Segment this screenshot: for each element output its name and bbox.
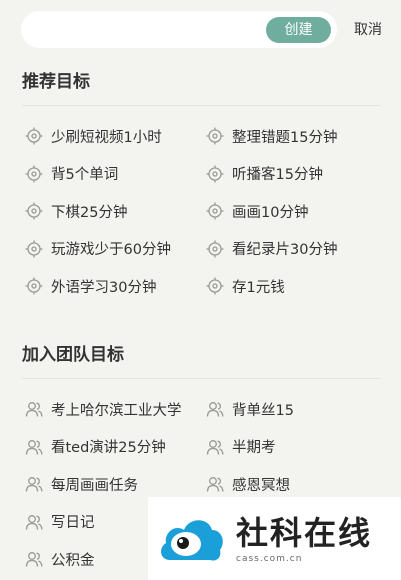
target-icon <box>25 240 43 258</box>
cloud-logo-icon <box>161 519 223 561</box>
recommended-goal-item-label: 背5个单词 <box>51 167 119 183</box>
target-icon <box>25 165 43 183</box>
team-section-title: 加入团队目标 <box>22 345 124 365</box>
recommended-goal-item-label: 画画10分钟 <box>232 204 309 221</box>
team-goal-item-label: 半期考 <box>232 440 276 456</box>
people-icon <box>25 550 43 568</box>
team-goal-item[interactable]: 半期考 <box>206 435 276 459</box>
target-icon <box>206 127 224 145</box>
team-goal-item-label: 每周画画任务 <box>51 477 138 494</box>
target-icon <box>206 202 224 220</box>
target-icon <box>25 127 43 145</box>
team-goal-item[interactable]: 背单丝15 <box>206 397 294 421</box>
divider <box>22 378 380 379</box>
watermark-title: 社科在线 <box>236 513 373 552</box>
team-goal-item-label: 考上哈尔滨工业大学 <box>51 402 182 419</box>
target-icon <box>206 277 224 295</box>
recommended-goal-item[interactable]: 画画10分钟 <box>206 199 308 223</box>
recommended-goal-item-label: 玩游戏少于60分钟 <box>51 242 171 258</box>
team-goal-item[interactable]: 写日记 <box>25 510 95 534</box>
recommended-section-title: 推荐目标 <box>22 72 90 92</box>
recommended-goal-item[interactable]: 下棋25分钟 <box>25 199 127 223</box>
team-goal-item[interactable]: 感恩冥想 <box>206 472 290 496</box>
people-icon <box>25 475 43 493</box>
people-icon <box>206 400 224 418</box>
people-icon <box>206 438 224 456</box>
target-icon <box>206 240 224 258</box>
divider <box>22 105 380 106</box>
team-goal-item[interactable]: 每周画画任务 <box>25 472 138 496</box>
people-icon <box>25 400 43 418</box>
target-icon <box>25 202 43 220</box>
recommended-goal-item[interactable]: 背5个单词 <box>25 162 118 186</box>
recommended-goal-item-label: 少刷短视频1小时 <box>51 129 162 146</box>
recommended-goal-item-label: 存1元钱 <box>232 279 285 296</box>
recommended-goal-item[interactable]: 少刷短视频1小时 <box>25 124 162 148</box>
recommended-goal-item-label: 看纪录片30分钟 <box>232 242 338 258</box>
team-goal-item-label: 公积金 <box>51 552 95 569</box>
watermark-url: cass.com.cn <box>236 553 303 564</box>
recommended-goal-item-label: 听播客15分钟 <box>232 167 323 183</box>
team-goal-item-label: 背单丝15 <box>232 402 294 419</box>
watermark: 社科在线 cass.com.cn <box>148 497 401 580</box>
recommended-goal-item-label: 整理错题15分钟 <box>232 129 338 146</box>
team-goal-item[interactable]: 考上哈尔滨工业大学 <box>25 397 182 421</box>
recommended-goal-item-label: 下棋25分钟 <box>51 204 128 221</box>
people-icon <box>25 513 43 531</box>
recommended-goal-item[interactable]: 看纪录片30分钟 <box>206 237 337 261</box>
target-icon <box>25 277 43 295</box>
recommended-goal-item[interactable]: 整理错题15分钟 <box>206 124 337 148</box>
team-goal-item-label: 看ted演讲25分钟 <box>51 440 166 456</box>
team-goal-item-label: 写日记 <box>51 515 95 531</box>
people-icon <box>206 475 224 493</box>
recommended-goal-item[interactable]: 存1元钱 <box>206 274 285 298</box>
recommended-goal-item[interactable]: 外语学习30分钟 <box>25 274 156 298</box>
recommended-goal-item[interactable]: 听播客15分钟 <box>206 162 323 186</box>
recommended-goal-item[interactable]: 玩游戏少于60分钟 <box>25 237 171 261</box>
create-button[interactable]: 创建 <box>266 17 331 43</box>
team-goal-item[interactable]: 看ted演讲25分钟 <box>25 435 166 459</box>
top-bar: 创建 取消 <box>0 0 401 60</box>
people-icon <box>25 438 43 456</box>
team-goal-item-label: 感恩冥想 <box>232 477 290 494</box>
team-goal-item[interactable]: 公积金 <box>25 547 95 571</box>
recommended-goal-item-label: 外语学习30分钟 <box>51 279 157 296</box>
target-icon <box>206 165 224 183</box>
cancel-button[interactable]: 取消 <box>354 20 382 40</box>
